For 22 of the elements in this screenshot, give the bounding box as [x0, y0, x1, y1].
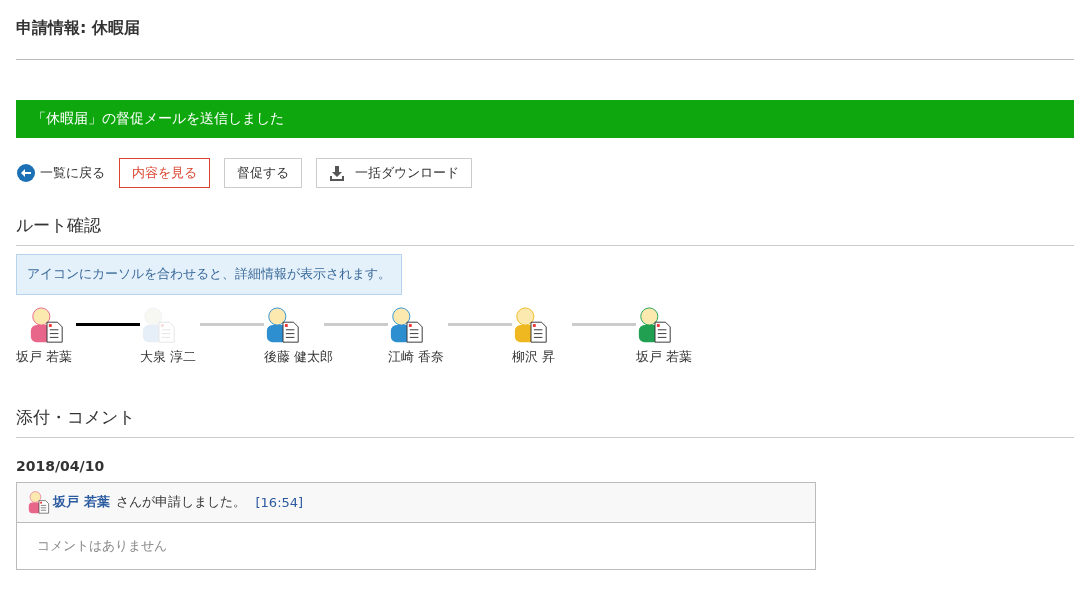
info-hint: アイコンにカーソルを合わせると、詳細情報が表示されます。: [16, 254, 402, 295]
download-icon: [329, 165, 345, 181]
step-name: 坂戸 若葉: [636, 349, 692, 367]
section-heading: ルート確認: [16, 214, 1074, 246]
success-banner: 「休暇届」の督促メールを送信しました: [16, 100, 1074, 138]
comment-text: さんが申請しました。: [115, 493, 246, 512]
download-button[interactable]: 一括ダウンロード: [316, 158, 472, 188]
page-title: 申請情報: 休暇届: [16, 0, 1074, 60]
step-name: 坂戸 若葉: [16, 349, 72, 367]
remind-button[interactable]: 督促する: [224, 158, 302, 188]
comment-time: [16:54]: [255, 495, 304, 510]
step-name: 大泉 淳二: [140, 349, 196, 367]
comment-date: 2018/04/10: [16, 458, 106, 475]
user-link[interactable]: 坂戸 若葉: [53, 493, 110, 512]
person-icon: [27, 491, 51, 514]
step-name: 柳沢 昇: [512, 349, 555, 367]
comment-body: コメントはありません: [36, 536, 168, 555]
step-name: 江崎 香奈: [388, 349, 444, 367]
step-name: 後藤 健太郎: [264, 349, 333, 367]
view-content-button[interactable]: 内容を見る: [119, 158, 210, 188]
back-link[interactable]: 一覧に戻る: [16, 163, 105, 183]
section-heading: 添付・コメント: [16, 406, 1074, 439]
